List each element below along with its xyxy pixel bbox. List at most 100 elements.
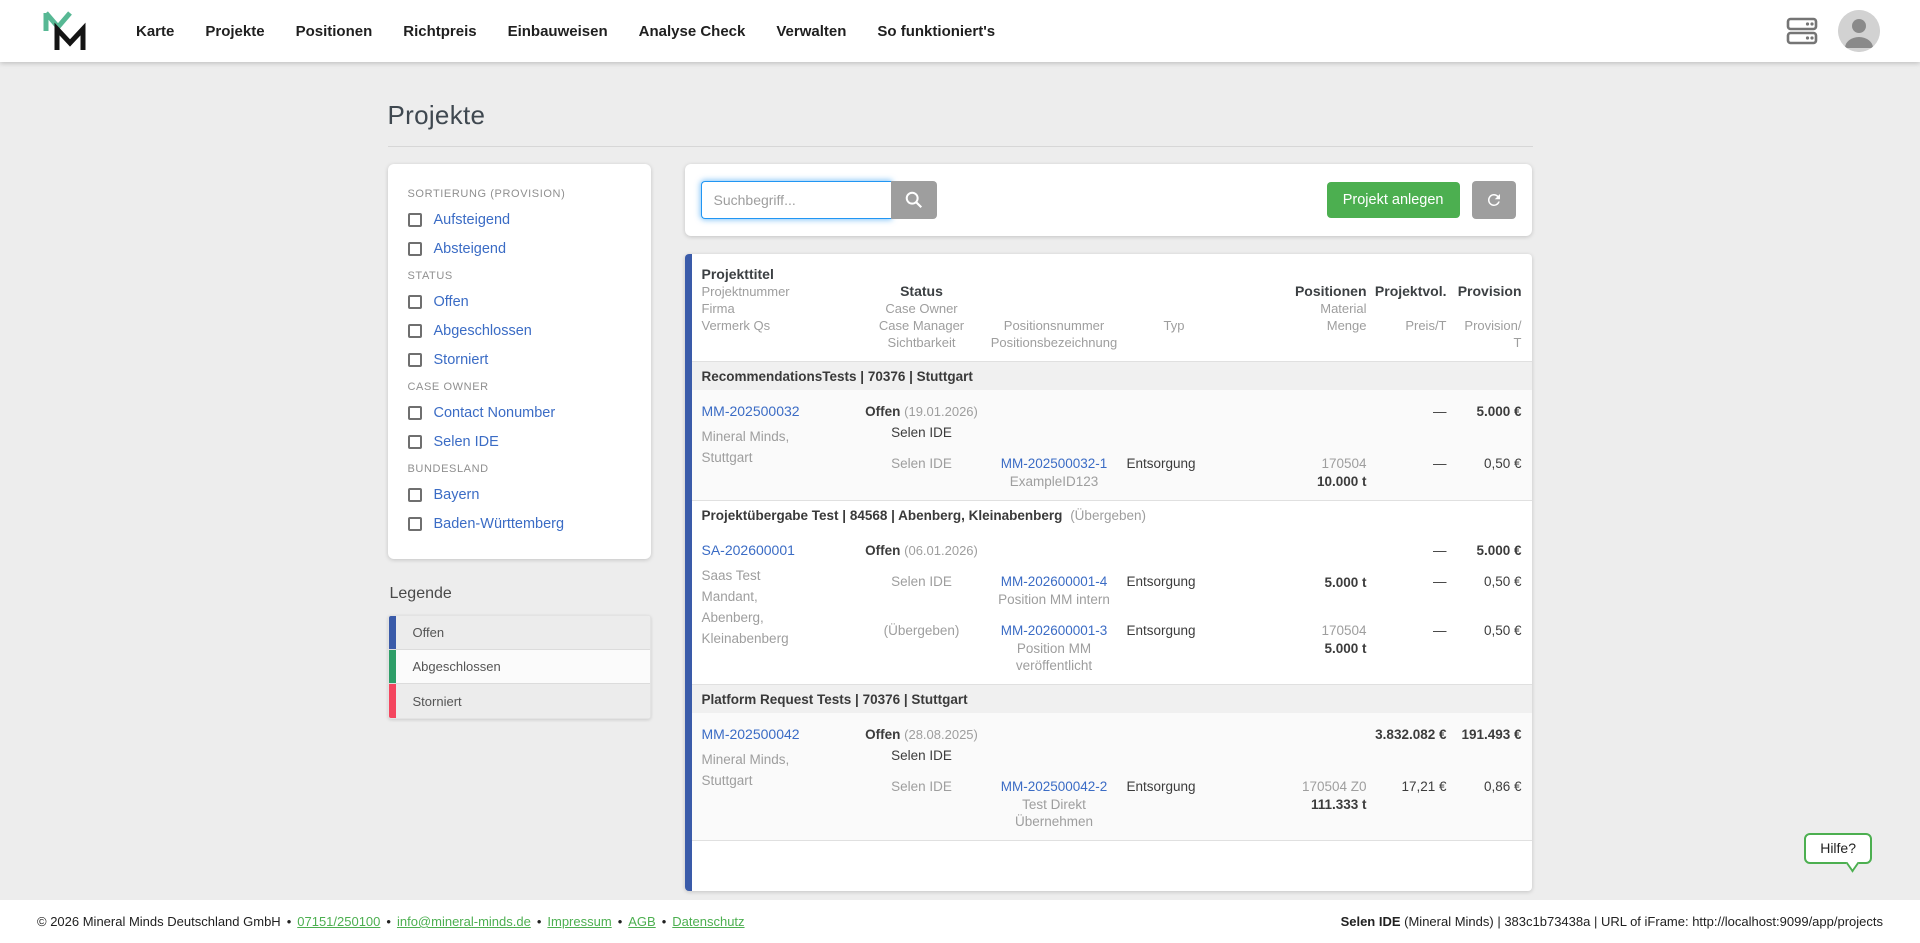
case-owner: Selen IDE [862, 424, 982, 441]
filter-option-baden-wuerttemberg[interactable]: Baden-Württemberg [408, 516, 631, 532]
filter-option-aufsteigend[interactable]: Aufsteigend [408, 212, 631, 228]
position-number-link[interactable]: MM-202600001-3 [1001, 623, 1108, 638]
filter-option-label[interactable]: Absteigend [434, 241, 507, 257]
nav-item-richtpreis[interactable]: Richtpreis [403, 23, 476, 40]
checkbox-aufsteigend[interactable] [408, 213, 422, 227]
create-project-button[interactable]: Projekt anlegen [1327, 182, 1460, 218]
header-preis-t: Preis/T [1367, 317, 1447, 334]
filter-option-label[interactable]: Contact Nonumber [434, 405, 556, 421]
footer-phone-link[interactable]: 07151/250100 [297, 914, 380, 929]
project-provision: 191.493 € [1447, 717, 1522, 764]
position-preis: 17,21 € [1367, 764, 1447, 830]
filter-option-label[interactable]: Selen IDE [434, 434, 499, 450]
filter-option-selen-ide[interactable]: Selen IDE [408, 434, 631, 450]
project-title-suffix: (Übergeben) [1070, 508, 1146, 523]
position-number-link[interactable]: MM-202600001-4 [1001, 574, 1108, 589]
nav-item-verwalten[interactable]: Verwalten [776, 23, 846, 40]
copyright-text: © 2026 Mineral Minds Deutschland GmbH [37, 914, 281, 929]
position-menge: 5.000 t [1222, 640, 1367, 657]
filter-section-label: CASE OWNER [408, 381, 631, 393]
legend-item-abgeschlossen: Abgeschlossen [389, 650, 650, 684]
filter-option-contact-nonumber[interactable]: Contact Nonumber [408, 405, 631, 421]
checkbox-selen-ide[interactable] [408, 435, 422, 449]
nav-item-projekte[interactable]: Projekte [205, 23, 264, 40]
refresh-icon [1485, 191, 1503, 209]
checkbox-storniert[interactable] [408, 353, 422, 367]
project-number-link[interactable]: MM-202500032 [702, 403, 800, 419]
nav-item-analyse-check[interactable]: Analyse Check [639, 23, 746, 40]
checkbox-absteigend[interactable] [408, 242, 422, 256]
position-cell: MM-202500042-2 Test Direkt Übernehmen [982, 764, 1127, 830]
position-preis: — [1367, 608, 1447, 674]
main-column: Projekt anlegen Projekttitel Projektnumm… [685, 164, 1532, 891]
nav-item-einbauweisen[interactable]: Einbauweisen [508, 23, 608, 40]
filter-option-label[interactable]: Aufsteigend [434, 212, 511, 228]
server-icon[interactable] [1780, 11, 1824, 51]
filter-option-label[interactable]: Offen [434, 294, 469, 310]
position-material-menge: 170504 5.000 t [1222, 608, 1367, 674]
filter-option-label[interactable]: Abgeschlossen [434, 323, 532, 339]
filter-option-label[interactable]: Bayern [434, 487, 480, 503]
search-input[interactable] [701, 181, 891, 219]
filter-option-storniert[interactable]: Storniert [408, 352, 631, 368]
main-menu: Karte Projekte Positionen Richtpreis Ein… [136, 23, 995, 40]
position-number-link[interactable]: MM-202500032-1 [1001, 456, 1108, 471]
filter-section-label: SORTIERUNG (PROVISION) [408, 188, 631, 200]
position-cell: MM-202500032-1 ExampleID123 [982, 441, 1127, 490]
position-case-manager: Selen IDE [862, 441, 982, 490]
filter-option-offen[interactable]: Offen [408, 294, 631, 310]
search-button[interactable] [891, 181, 937, 219]
header-material: Material [1222, 300, 1367, 317]
header-provision-t-2: T [1447, 334, 1522, 351]
project-title: RecommendationsTests | 70376 | Stuttgart [702, 369, 973, 384]
footer-session-info: Selen IDE (Mineral Minds) | 383c1b73438a… [1341, 914, 1883, 929]
position-provision: 0,50 € [1447, 441, 1522, 490]
footer-impressum-link[interactable]: Impressum [547, 914, 611, 929]
position-number-link[interactable]: MM-202500042-2 [1001, 779, 1108, 794]
refresh-button[interactable] [1472, 181, 1516, 219]
footer-agb-link[interactable]: AGB [628, 914, 655, 929]
position-case-manager: Selen IDE [862, 764, 982, 830]
project-section: Platform Request Tests | 70376 | Stuttga… [692, 685, 1532, 841]
nav-item-so-funktionierts[interactable]: So funktioniert's [877, 23, 995, 40]
project-number-link[interactable]: MM-202500042 [702, 726, 800, 742]
header-menge: Menge [1222, 317, 1367, 334]
footer-datenschutz-link[interactable]: Datenschutz [672, 914, 744, 929]
filter-option-bayern[interactable]: Bayern [408, 487, 631, 503]
mineral-minds-logo[interactable] [40, 7, 88, 55]
project-number-link[interactable]: SA-202600001 [702, 542, 795, 558]
position-cell: MM-202600001-4 Position MM intern [982, 559, 1127, 608]
position-typ: Entsorgung [1127, 441, 1222, 490]
filter-option-abgeschlossen[interactable]: Abgeschlossen [408, 323, 631, 339]
checkbox-baden-wuerttemberg[interactable] [408, 517, 422, 531]
title-divider [388, 146, 1533, 147]
legend-label: Offen [396, 616, 445, 649]
header-projekttitel: Projekttitel [702, 266, 1522, 283]
filter-option-absteigend[interactable]: Absteigend [408, 241, 631, 257]
position-material: 170504 Z0 [1222, 778, 1367, 795]
filter-option-label[interactable]: Storniert [434, 352, 489, 368]
page-content: Projekte SORTIERUNG (PROVISION) Aufsteig… [388, 62, 1533, 891]
position-provision: 0,50 € [1447, 608, 1522, 674]
help-button[interactable]: Hilfe? [1804, 833, 1872, 864]
project-firma: Saas Test Mandant, Abenberg, Kleinabenbe… [702, 565, 808, 649]
position-preis: — [1367, 441, 1447, 490]
position-provision: 0,86 € [1447, 764, 1522, 830]
checkbox-bayern[interactable] [408, 488, 422, 502]
status-label: Offen [865, 727, 900, 742]
projects-table: Projekttitel Projektnummer Status Positi… [685, 254, 1532, 891]
checkbox-offen[interactable] [408, 295, 422, 309]
checkbox-contact-nonumber[interactable] [408, 406, 422, 420]
header-positionsnummer: Positionsnummer [982, 317, 1127, 334]
checkbox-abgeschlossen[interactable] [408, 324, 422, 338]
project-title: Projektübergabe Test | 84568 | Abenberg,… [702, 508, 1063, 523]
nav-item-karte[interactable]: Karte [136, 23, 174, 40]
table-header: Projekttitel Projektnummer Status Positi… [692, 254, 1532, 362]
user-avatar[interactable] [1838, 10, 1880, 52]
nav-item-positionen[interactable]: Positionen [296, 23, 373, 40]
position-bezeichnung: ExampleID123 [982, 473, 1127, 490]
header-case-manager: Case Manager [862, 317, 982, 334]
position-material: 170504 [1222, 622, 1367, 639]
filter-option-label[interactable]: Baden-Württemberg [434, 516, 565, 532]
footer-email-link[interactable]: info@mineral-minds.de [397, 914, 531, 929]
